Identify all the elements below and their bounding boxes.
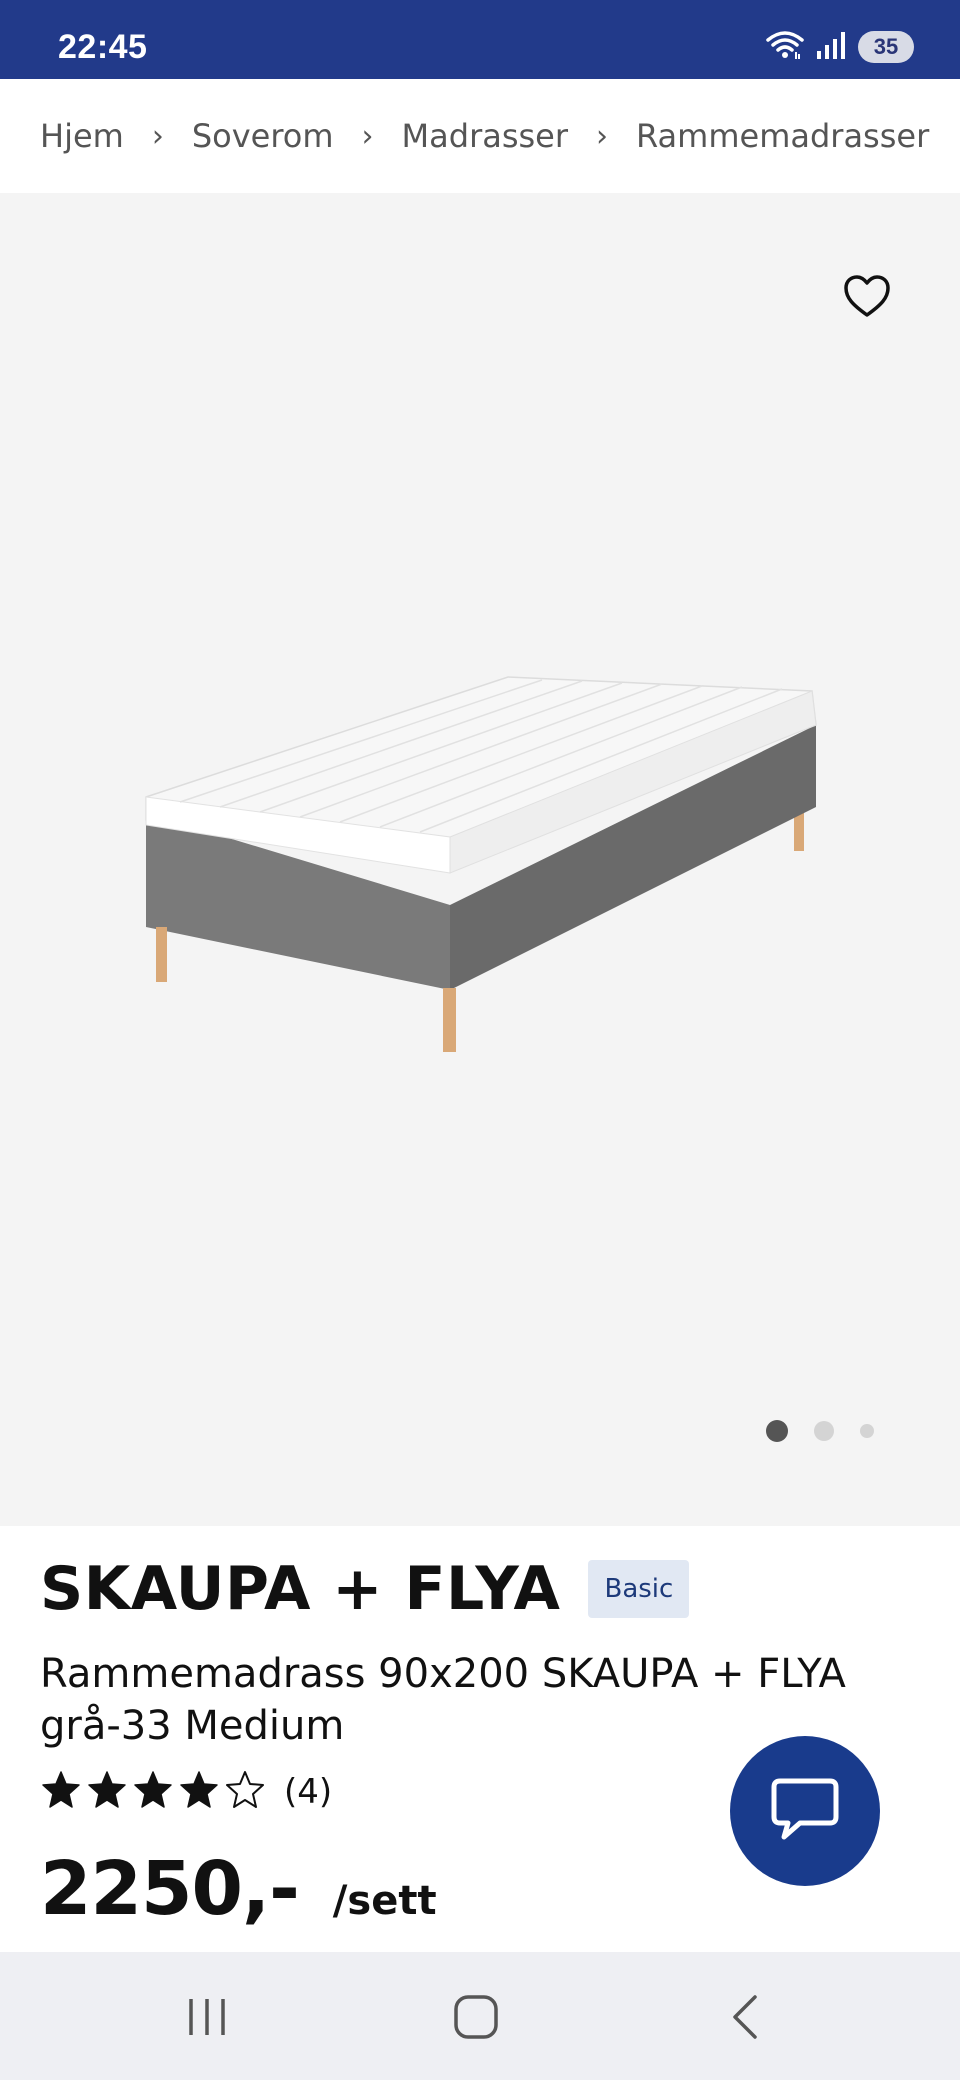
carousel-pagination — [766, 1420, 874, 1442]
breadcrumb-item-madrasser[interactable]: Madrasser — [402, 117, 568, 155]
wifi-icon — [766, 30, 804, 64]
breadcrumb-item-hjem[interactable]: Hjem — [40, 117, 124, 155]
status-time: 22:45 — [58, 28, 148, 66]
star-rating — [40, 1770, 266, 1814]
chevron-right-icon: › — [596, 118, 609, 154]
price: 2250,- — [40, 1846, 300, 1932]
status-icons: 35 — [766, 30, 914, 64]
review-count[interactable]: (4) — [284, 1772, 332, 1812]
carousel-dot-active[interactable] — [766, 1420, 788, 1442]
status-bar: 22:45 35 — [0, 0, 960, 79]
product-image — [130, 665, 830, 1069]
chevron-right-icon: › — [151, 118, 164, 154]
chevron-right-icon: › — [361, 118, 374, 154]
breadcrumb-item-rammemadrasser[interactable]: Rammemadrasser — [636, 117, 929, 155]
star-filled-icon — [132, 1770, 174, 1814]
carousel-dot[interactable] — [860, 1424, 874, 1438]
price-row: 2250,- /sett — [40, 1846, 437, 1932]
heart-outline-icon — [843, 274, 891, 321]
star-filled-icon — [178, 1770, 220, 1814]
description-line: Rammemadrass 90x200 SKAUPA + FLYA — [40, 1651, 846, 1697]
star-empty-icon — [224, 1770, 266, 1814]
home-icon[interactable] — [441, 1982, 511, 2052]
title-row: SKAUPA + FLYA Basic — [40, 1554, 690, 1624]
product-description: Rammemadrass 90x200 SKAUPA + FLYA grå-33… — [40, 1648, 860, 1752]
favorite-button[interactable] — [840, 270, 894, 324]
basic-badge: Basic — [588, 1560, 690, 1618]
product-name: SKAUPA + FLYA — [40, 1554, 561, 1624]
signal-icon — [816, 31, 846, 63]
back-icon[interactable] — [710, 1982, 780, 2052]
star-filled-icon — [86, 1770, 128, 1814]
system-nav-bar — [0, 1952, 960, 2080]
description-line: grå-33 Medium — [40, 1703, 345, 1749]
breadcrumb: Hjem › Soverom › Madrasser › Rammemadras… — [0, 79, 960, 193]
breadcrumb-item-soverom[interactable]: Soverom — [192, 117, 334, 155]
price-unit: /sett — [332, 1878, 437, 1924]
rating[interactable]: (4) — [40, 1770, 332, 1814]
star-filled-icon — [40, 1770, 82, 1814]
recent-apps-icon[interactable] — [172, 1982, 242, 2052]
chat-button[interactable] — [730, 1736, 880, 1886]
chat-bubble-icon — [770, 1777, 840, 1846]
carousel-dot[interactable] — [814, 1421, 834, 1441]
battery-icon: 35 — [858, 31, 914, 63]
